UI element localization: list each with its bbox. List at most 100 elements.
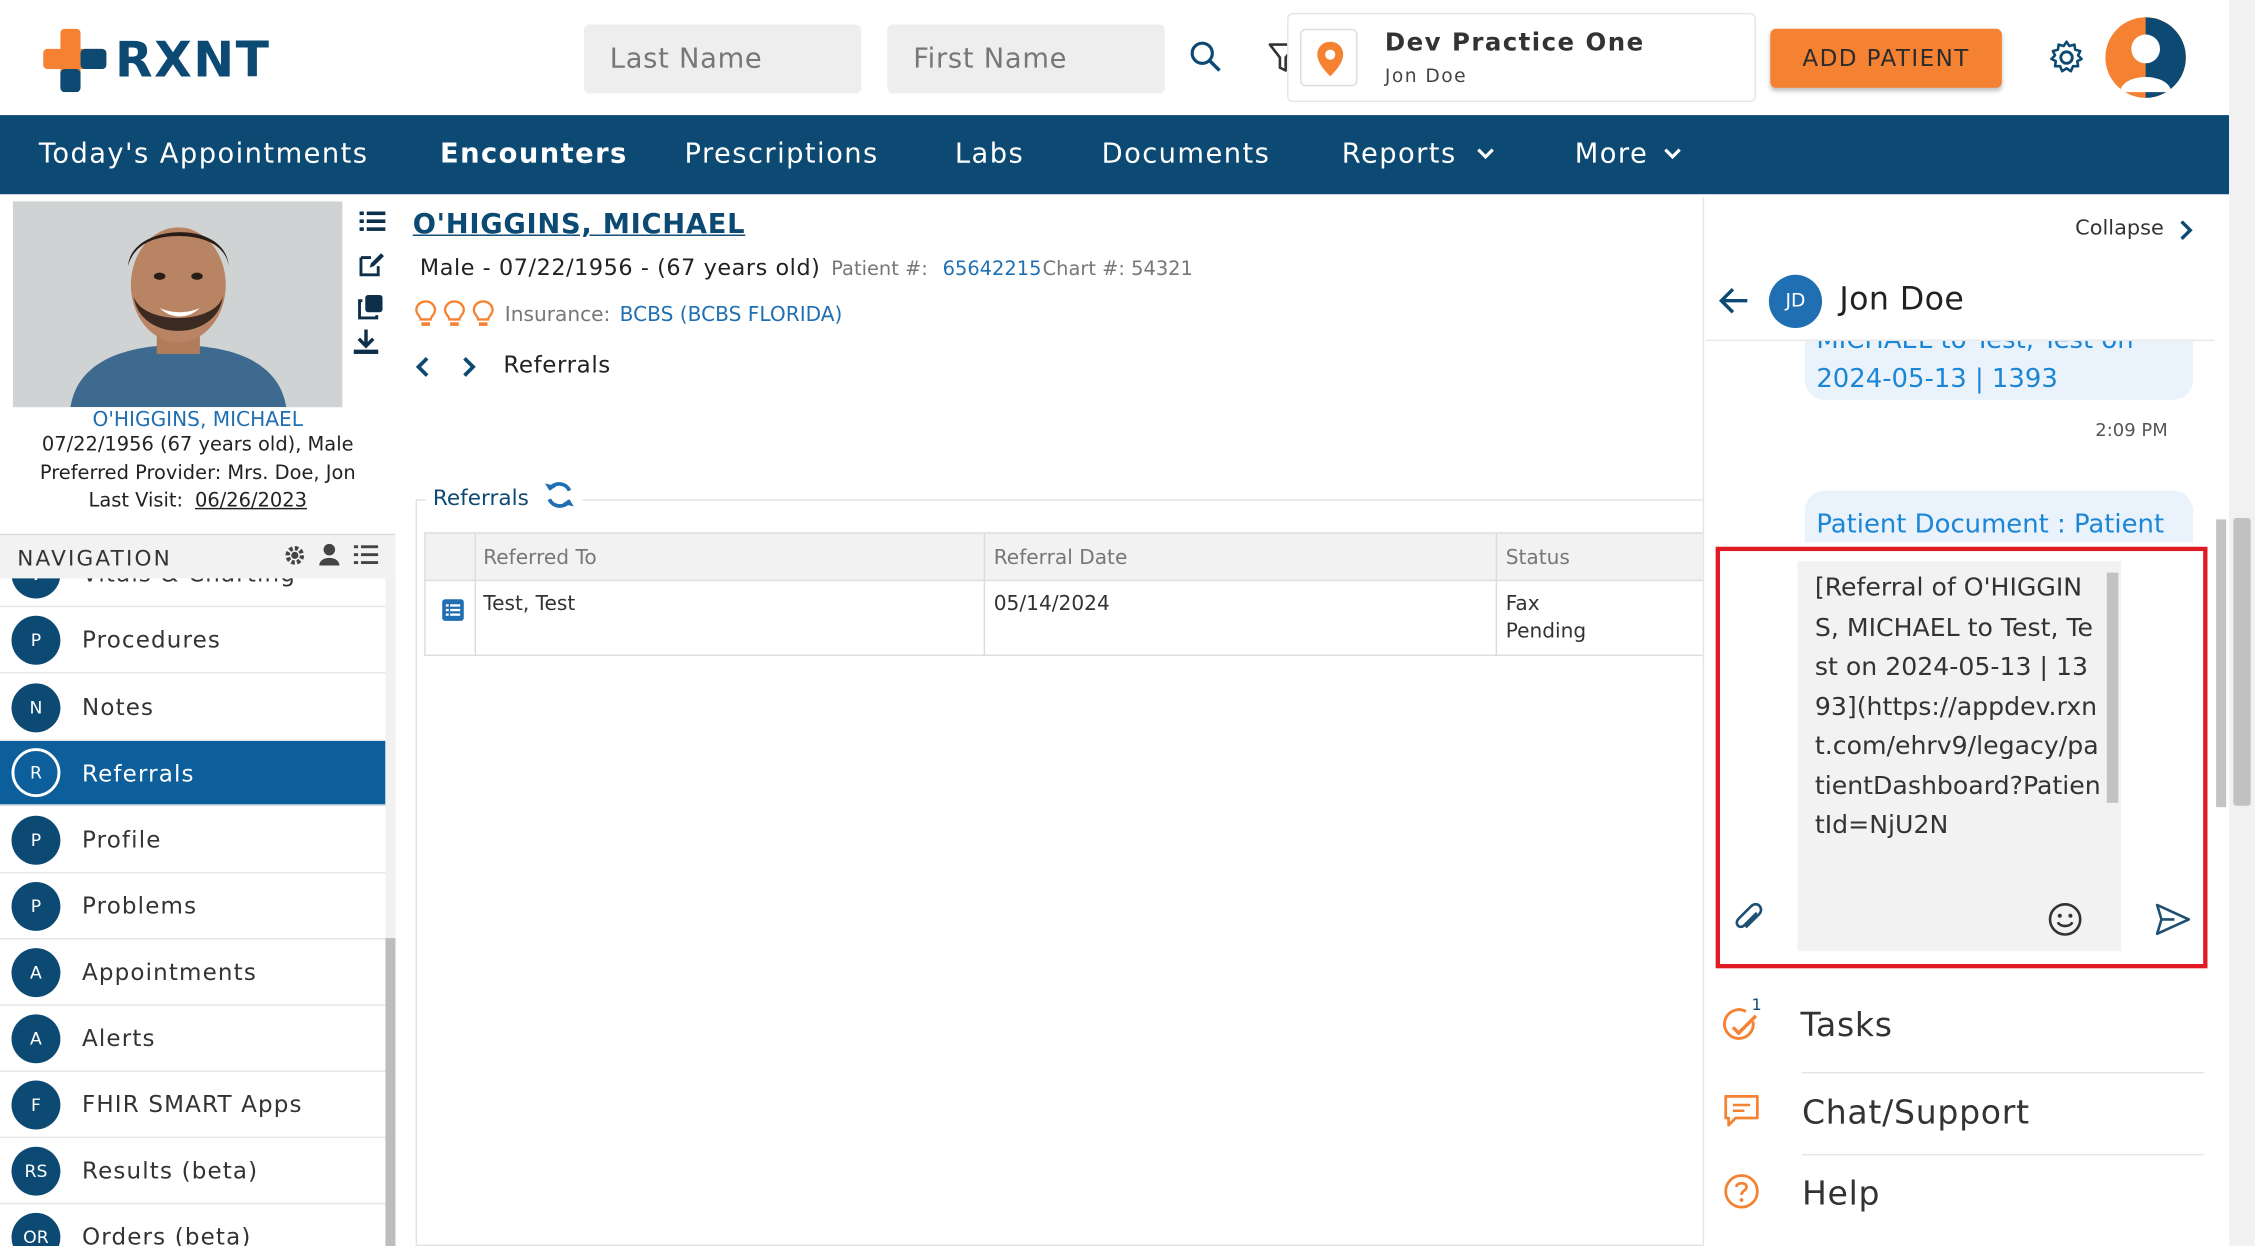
alert-bulbs [414, 299, 495, 328]
copy-icon[interactable] [357, 294, 384, 321]
lightbulb-icon[interactable] [472, 299, 495, 328]
contact-avatar: JD [1768, 274, 1823, 329]
nav-documents[interactable]: Documents [1102, 115, 1271, 194]
tasks-link[interactable]: 1 Tasks [1716, 986, 2205, 1067]
chat-bubble-icon [1723, 1093, 1760, 1133]
last-visit-date[interactable]: 06/26/2023 [195, 489, 307, 512]
row-details-icon[interactable] [441, 599, 464, 622]
nav-person-icon[interactable] [318, 542, 341, 566]
user-silhouette-icon [2119, 17, 2186, 98]
page-scroll-thumb[interactable] [2233, 517, 2251, 806]
chat-support-link[interactable]: Chat/Support [1716, 1073, 2205, 1154]
col-referred-to[interactable]: Referred To [475, 534, 596, 583]
nav-badge: P [11, 615, 61, 665]
nav-encounters[interactable]: Encounters [440, 115, 628, 194]
send-icon[interactable] [2154, 902, 2191, 937]
left-patient-dob: 07/22/1956 (67 years old), Male [41, 433, 354, 457]
reports-chevron-down-icon[interactable] [1475, 145, 1495, 162]
nav-label: Vitals & Charting [82, 578, 296, 587]
nav-row-referrals[interactable]: R Referrals [0, 740, 386, 806]
logo-text: RXNT [115, 31, 271, 90]
tasks-icon: 1 [1723, 996, 1762, 1047]
collapse-button-label[interactable]: Collapse [2075, 217, 2164, 240]
nav-row-problems[interactable]: P Problems [0, 873, 386, 940]
location-box [1300, 28, 1358, 87]
message-bubble[interactable]: Patient Document : Patient [1804, 490, 2194, 543]
last-visit-label: Last Visit: [88, 489, 184, 513]
practice-name: Dev Practice One [1384, 28, 1645, 58]
collapse-chevron-right-icon[interactable] [2177, 219, 2194, 242]
nav-row-appointments[interactable]: A Appointments [0, 940, 386, 1006]
more-chevron-down-icon[interactable] [1662, 145, 1682, 162]
nav-reports[interactable]: Reports [1342, 115, 1457, 194]
nav-label: Appointments [81, 958, 257, 986]
top-bar: RXNT Dev Practice One Jon Doe ADD PATIEN… [0, 0, 2230, 116]
nav-badge: P [11, 815, 61, 864]
nav-label: FHIR SMART Apps [81, 1090, 303, 1118]
location-pin-icon [1316, 40, 1345, 77]
nav-prescriptions[interactable]: Prescriptions [685, 115, 879, 194]
gear-icon[interactable] [2048, 39, 2085, 76]
patient-portrait-image [12, 201, 343, 408]
nav-row-vitals-charting[interactable]: V Vitals & Charting [0, 578, 386, 608]
nav-row-alerts[interactable]: A Alerts [0, 1006, 386, 1072]
edit-icon[interactable] [358, 252, 385, 278]
left-nav-scroll-thumb[interactable] [385, 938, 396, 1246]
navigation-header: NAVIGATION [0, 533, 396, 579]
nav-label: Profile [81, 825, 162, 854]
list-icon[interactable] [359, 210, 386, 233]
practice-selector[interactable]: Dev Practice One Jon Doe [1287, 12, 1756, 103]
chat-scroll-thumb[interactable] [2216, 519, 2227, 808]
main-nav: Today's Appointments Encounters Prescrip… [0, 115, 2230, 195]
lightbulb-icon[interactable] [443, 299, 466, 328]
emoji-smile-icon[interactable] [2048, 902, 2083, 937]
last-name-input[interactable] [583, 24, 862, 94]
tasks-count-badge: 1 [1751, 995, 1762, 1015]
insurance: Insurance: BCBS (BCBS FLORIDA) [505, 304, 843, 327]
cell-referral-date: 05/14/2024 [993, 592, 1110, 616]
message-bubble[interactable]: MICHAEL to Test, Test on 2024-05-13 | 13… [1804, 340, 2194, 400]
patient-photo [12, 201, 343, 408]
help-link[interactable]: Help [1716, 1154, 2205, 1235]
nav-todays-appointments[interactable]: Today's Appointments [39, 115, 369, 194]
nav-labs[interactable]: Labs [955, 115, 1024, 194]
insurance-value[interactable]: BCBS (BCBS FLORIDA) [620, 304, 843, 327]
lightbulb-icon[interactable] [414, 299, 437, 328]
col-status[interactable]: Status [1497, 534, 1570, 583]
table-row[interactable]: Test, Test 05/14/2024 Fax Pending [424, 581, 1703, 657]
refresh-icon[interactable] [543, 479, 575, 516]
chevron-left-icon[interactable] [413, 354, 433, 380]
add-patient-button[interactable]: ADD PATIENT [1770, 28, 2002, 88]
patient-name-link[interactable]: O'HIGGINS, MICHAEL [413, 209, 746, 241]
nav-badge: V [11, 578, 61, 598]
compose-scroll-thumb[interactable] [2106, 572, 2119, 803]
nav-list-icon[interactable] [353, 544, 379, 566]
nav-badge: A [11, 1013, 61, 1063]
nav-label: Results (beta) [81, 1156, 259, 1185]
message-input[interactable]: [Referral of O'HIGGINS, MICHAEL to Test,… [1797, 561, 2122, 952]
chevron-right-icon[interactable] [459, 354, 479, 380]
nav-row-profile[interactable]: P Profile [0, 807, 386, 874]
back-arrow-icon[interactable] [1718, 285, 1751, 317]
nav-row-results[interactable]: RS Results (beta) [0, 1138, 386, 1205]
nav-settings-gear-icon[interactable] [283, 544, 306, 567]
rxnt-logo[interactable]: RXNT [43, 28, 271, 93]
nav-row-fhir-smart-apps[interactable]: F FHIR SMART Apps [0, 1072, 386, 1139]
nav-row-procedures[interactable]: P Procedures [0, 607, 386, 674]
paperclip-icon[interactable] [1733, 902, 1765, 937]
breadcrumb: Referrals [503, 351, 611, 379]
col-referral-date[interactable]: Referral Date [985, 534, 1128, 583]
nav-row-notes[interactable]: N Notes [0, 675, 386, 741]
left-patient-name[interactable]: O'HIGGINS, MICHAEL [0, 409, 395, 432]
patient-number-value[interactable]: 65642215 [943, 258, 1042, 281]
nav-row-orders[interactable]: OR Orders (beta) [0, 1204, 385, 1246]
navigation-list: V Vitals & Charting P Procedures N Notes… [0, 578, 386, 1246]
user-avatar[interactable] [2105, 17, 2186, 98]
nav-label: Alerts [81, 1024, 156, 1052]
first-name-input[interactable] [887, 24, 1165, 94]
chat-scrollbar[interactable] [2216, 269, 2228, 960]
nav-more[interactable]: More [1575, 115, 1649, 194]
download-icon[interactable] [352, 328, 379, 357]
search-icon[interactable] [1188, 39, 1223, 74]
preferred-provider: Preferred Provider: Mrs. Doe, Jon [39, 461, 356, 485]
